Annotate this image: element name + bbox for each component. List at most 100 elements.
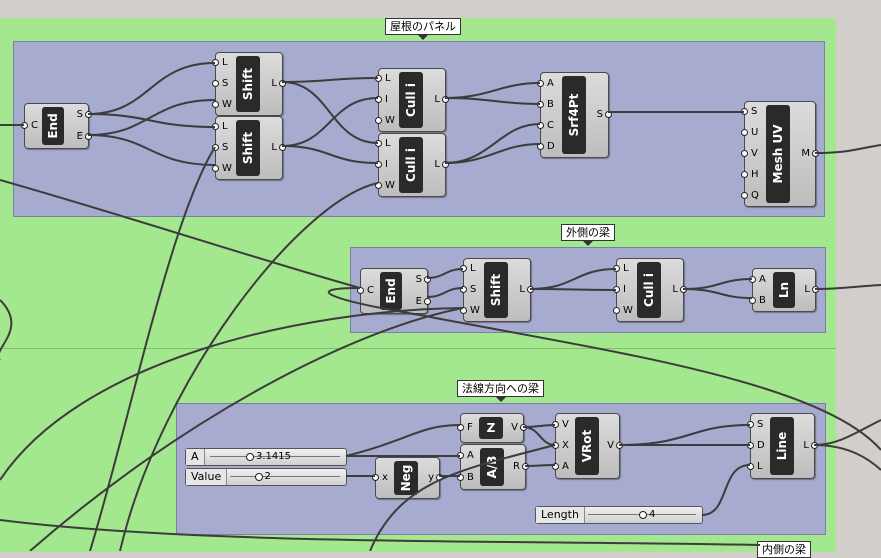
input-port[interactable] xyxy=(457,424,464,431)
input-port[interactable] xyxy=(749,296,756,304)
slider-value[interactable]: Value 2 xyxy=(185,468,347,486)
input-port[interactable] xyxy=(212,80,219,87)
input-port[interactable] xyxy=(460,306,467,314)
input-port[interactable] xyxy=(537,79,544,87)
port-label: D xyxy=(757,440,765,451)
slider-label: Length xyxy=(536,507,585,523)
port-label: H xyxy=(751,168,759,180)
input-port[interactable] xyxy=(537,142,544,150)
port-label: L xyxy=(623,263,629,275)
output-port[interactable] xyxy=(811,442,818,449)
output-port[interactable] xyxy=(279,144,286,151)
component-line[interactable]: Line S D L L xyxy=(747,413,818,479)
component-label: Shift xyxy=(489,273,503,307)
component-shift-1[interactable]: Shift L S W L xyxy=(212,52,286,116)
output-port[interactable] xyxy=(527,286,534,293)
port-label: B xyxy=(547,98,554,110)
component-neg[interactable]: Neg x y xyxy=(372,457,443,499)
component-ab[interactable]: A/B A B R xyxy=(457,444,529,490)
port-label: R xyxy=(513,461,520,472)
output-port[interactable] xyxy=(680,286,687,293)
input-port[interactable] xyxy=(212,59,219,67)
port-label: W xyxy=(385,114,395,126)
output-port[interactable] xyxy=(424,276,431,283)
input-port[interactable] xyxy=(552,463,559,471)
input-port[interactable] xyxy=(375,140,382,148)
input-port[interactable] xyxy=(457,474,464,481)
output-port[interactable] xyxy=(616,442,623,449)
input-port[interactable] xyxy=(537,121,544,129)
input-port[interactable] xyxy=(460,286,467,293)
input-port[interactable] xyxy=(552,420,559,428)
component-shift-2[interactable]: Shift L S W L xyxy=(212,116,286,180)
input-port[interactable] xyxy=(212,100,219,108)
input-port[interactable] xyxy=(741,150,748,157)
input-port[interactable] xyxy=(749,275,756,283)
output-port[interactable] xyxy=(522,463,529,470)
input-port[interactable] xyxy=(375,75,382,83)
slider-length[interactable]: Length 4 xyxy=(535,506,703,524)
input-port[interactable] xyxy=(741,108,748,116)
grasshopper-canvas[interactable]: 屋根のパネル 外側の梁 法線方向への梁 内側の梁 End C S E Shift L S W… xyxy=(0,0,881,558)
output-port[interactable] xyxy=(424,298,431,305)
output-port[interactable] xyxy=(812,150,819,157)
port-label: W xyxy=(222,162,232,174)
output-port[interactable] xyxy=(85,133,92,140)
input-port[interactable] xyxy=(460,265,467,273)
component-cull-3[interactable]: Cull iLIWL xyxy=(613,258,687,322)
input-port[interactable] xyxy=(212,123,219,131)
input-port[interactable] xyxy=(552,442,559,449)
port-label: A xyxy=(562,461,569,473)
component-label: Z xyxy=(486,421,496,435)
component-z[interactable]: ZFV xyxy=(457,413,527,443)
input-port[interactable] xyxy=(375,96,382,103)
port-label: C xyxy=(547,119,554,131)
input-port[interactable] xyxy=(357,287,364,294)
input-port[interactable] xyxy=(212,144,219,151)
component-srf4pt[interactable]: Srf4Pt A B C D S xyxy=(537,72,612,158)
output-port[interactable] xyxy=(436,474,443,481)
input-port[interactable] xyxy=(747,463,754,471)
output-port[interactable] xyxy=(520,424,527,431)
input-port[interactable] xyxy=(747,420,754,428)
component-cull-2[interactable]: Cull iLIWL xyxy=(375,133,449,197)
output-port[interactable] xyxy=(85,111,92,118)
output-port[interactable] xyxy=(279,80,286,87)
port-label: S xyxy=(596,109,603,120)
input-port[interactable] xyxy=(375,161,382,168)
component-ln[interactable]: Ln A B L xyxy=(749,268,819,312)
output-port[interactable] xyxy=(442,96,449,103)
port-label: B xyxy=(759,294,766,306)
component-shift-3[interactable]: Shift L S W L xyxy=(460,258,534,322)
input-port[interactable] xyxy=(613,306,620,314)
slider-knob[interactable] xyxy=(254,473,263,481)
component-mesh-uv[interactable]: Mesh UV S U V H Q M xyxy=(741,101,819,207)
output-port[interactable] xyxy=(605,111,612,118)
component-end-2[interactable]: End C S E xyxy=(357,268,431,314)
port-label: L xyxy=(222,121,228,133)
slider-track[interactable] xyxy=(230,476,340,477)
component-end-1[interactable]: End C S E xyxy=(21,103,92,149)
slider-a[interactable]: A 3.1415 xyxy=(185,448,347,466)
input-port[interactable] xyxy=(375,181,382,189)
output-port[interactable] xyxy=(442,161,449,168)
input-port[interactable] xyxy=(613,286,620,293)
input-port[interactable] xyxy=(747,442,754,449)
input-port[interactable] xyxy=(212,164,219,172)
input-port[interactable] xyxy=(741,170,748,178)
port-label: C xyxy=(31,120,38,131)
input-port[interactable] xyxy=(457,452,464,459)
component-vrot[interactable]: VRot V X A V xyxy=(552,413,623,479)
input-port[interactable] xyxy=(372,474,379,481)
input-port[interactable] xyxy=(741,129,748,137)
slider-knob[interactable] xyxy=(246,453,254,461)
input-port[interactable] xyxy=(741,191,748,199)
input-port[interactable] xyxy=(613,265,620,273)
input-port[interactable] xyxy=(375,116,382,124)
port-label: I xyxy=(385,159,388,170)
output-port[interactable] xyxy=(812,286,819,293)
slider-knob[interactable] xyxy=(639,511,647,519)
input-port[interactable] xyxy=(537,100,544,108)
component-cull-1[interactable]: Cull iLIWL xyxy=(375,68,449,132)
input-port[interactable] xyxy=(21,122,28,129)
